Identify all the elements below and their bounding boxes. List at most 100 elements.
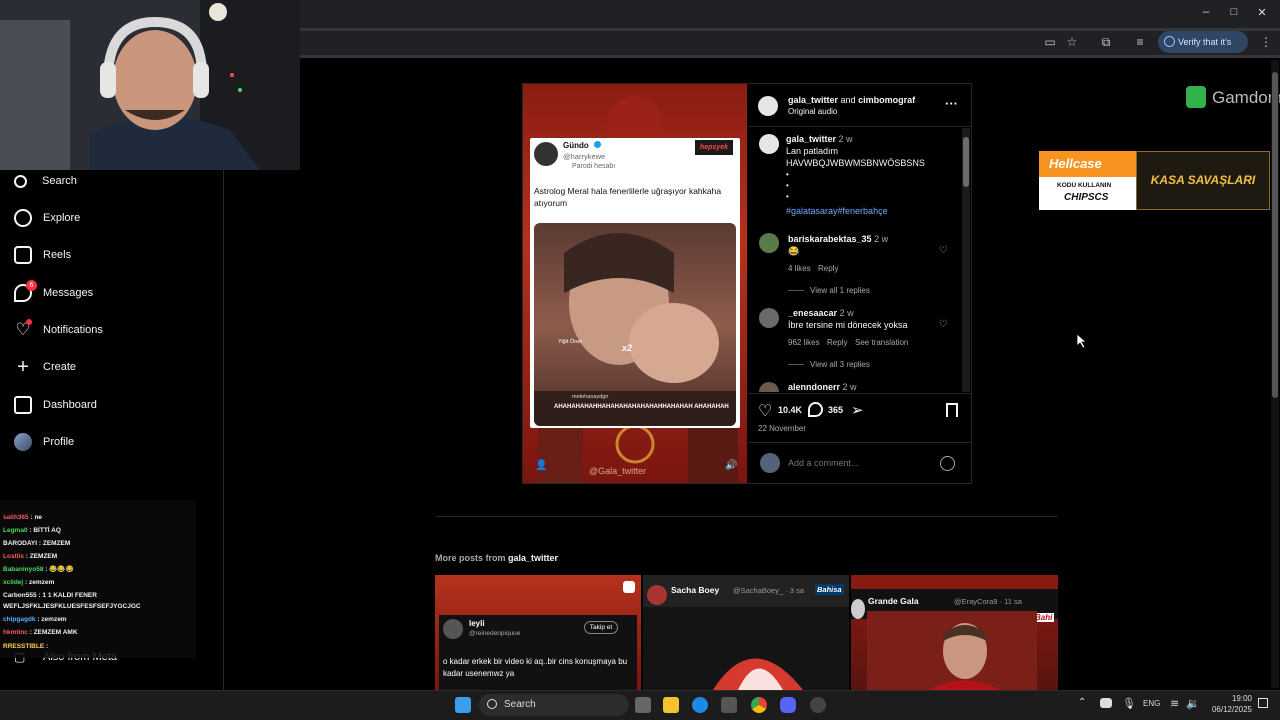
caption-line1: Lan patladım [786,146,839,156]
file-explorer-icon[interactable] [663,697,679,713]
chevron-up-icon[interactable]: ⌃ [1078,697,1086,708]
comment-user[interactable]: alenndonerr [788,382,840,392]
divider [748,442,971,443]
bookmark-icon[interactable] [946,403,958,417]
comment-text: İbre tersine mi dönecek yoksa [788,320,908,330]
divider [748,126,971,127]
comment-user[interactable]: bariskarabektas_35 [788,234,872,244]
reels-icon [14,246,32,264]
minimize-button[interactable]: – [1196,6,1216,18]
sidebar-item-explore[interactable]: Explore [14,206,80,230]
audio-link[interactable]: Original audio [788,107,837,116]
caption-user[interactable]: gala_twitter [786,134,836,144]
overlay-comment-user: metehanaydgn [572,394,609,400]
see-translation-button[interactable]: See translation [855,338,908,347]
sidebar-item-dashboard[interactable]: Dashboard [14,393,97,417]
obs-icon[interactable] [810,697,826,713]
post-thumbnail[interactable]: Sacha Boey @SachaBoey_ · 3 sa Bahisa [643,575,849,690]
sidebar-item-label: Notifications [43,324,103,336]
chat-text: : BİTTİ AQ [29,527,61,534]
collab-avatar[interactable] [758,96,778,116]
windows-start-icon[interactable] [455,697,471,713]
comment-like-icon[interactable]: ♡ [939,245,948,256]
clock-time[interactable]: 19:00 [1206,694,1252,703]
sidebar-item-profile[interactable]: Profile [14,430,74,454]
comment-user[interactable]: _enesaacar [788,308,837,318]
task-view-icon[interactable] [635,697,651,713]
comment-time: 2 w [842,382,857,392]
kebab-menu-icon[interactable]: ⋮ [1258,34,1274,50]
verify-identity-button[interactable]: Verify that it's you [1158,31,1248,69]
language-indicator[interactable]: ENG [1143,699,1160,708]
microphone-icon[interactable]: 🎙 [1122,697,1136,710]
reply-button[interactable]: Reply [827,338,847,347]
clock-date[interactable]: 06/12/2025 [1206,705,1252,714]
discord-tray-icon[interactable] [1100,698,1112,708]
sidebar-item-notifications[interactable]: ♡ Notifications [14,318,103,342]
code-line2: CHIPSCS [1064,192,1109,203]
scrollbar-thumb[interactable] [963,137,969,187]
avatar [647,585,667,605]
caption-hashtags[interactable]: #galatasaray#fenerbahçe [786,206,888,216]
like-icon[interactable]: ♡ [758,401,772,421]
author-link[interactable]: gala_twitter [788,95,838,105]
share-icon[interactable]: ➢ [851,401,864,419]
sidebar-item-messages[interactable]: 6 Messages [14,280,93,305]
close-button[interactable]: ✕ [1252,6,1272,19]
sidebar-item-search[interactable]: Search [14,169,77,193]
sidebar-item-reels[interactable]: Reels [14,243,71,267]
volume-icon[interactable]: 🔊 [725,460,737,471]
comment-icon[interactable] [808,402,823,417]
comment-avatar[interactable] [759,233,779,253]
user-tag-icon[interactable]: 👤 [535,460,547,471]
add-comment-input[interactable] [788,456,928,470]
comment-likes[interactable]: 962 likes [788,338,820,347]
wifi-icon[interactable]: ≋ [1170,697,1179,710]
notifications-icon[interactable] [1258,698,1268,708]
star-icon[interactable]: ☆ [1064,34,1080,50]
chat-username: Babaninyo58 [3,566,44,573]
discord-icon[interactable] [780,697,796,713]
comment-user-line: alenndonerr 2 w [788,382,857,392]
volume-icon[interactable]: 🔉 [1186,697,1200,710]
like-count[interactable]: 10.4K [778,405,802,415]
cast-icon[interactable]: ▭ [1042,34,1058,50]
view-replies-button[interactable]: View all 1 replies [810,286,870,295]
comment-likes[interactable]: 4 likes [788,264,811,273]
thumb-name: leyli [469,619,485,628]
caption-avatar[interactable] [759,134,779,154]
comment-avatar[interactable] [759,308,779,328]
post-thumbnail[interactable]: leyli @reinedenpiquue Takip et o kadar e… [435,575,641,690]
collab-link[interactable]: cimbomograf [858,95,915,105]
thumb-handle: @SachaBoey_ · 3 sa [733,586,804,595]
extensions-icon[interactable]: ⧉ [1098,34,1114,50]
thumb-photo [867,611,1037,690]
chrome-icon[interactable] [751,697,767,713]
chat-text: WEFLJSFKLJESFKLUESFESFSEFJYGCJGC [3,603,141,610]
sidebar-item-create[interactable]: + Create [14,355,76,379]
reply-button[interactable]: Reply [818,264,838,273]
comment-like-icon[interactable]: ♡ [939,319,948,330]
edge-icon[interactable] [692,697,708,713]
caption-line2: HAVWBQJWBWMSBNWÖSBSNS [786,158,925,168]
taskbar-search[interactable]: Search [479,694,629,716]
verified-icon [594,141,601,148]
maximize-button[interactable]: □ [1224,6,1244,18]
chat-message: Lostlix : ZEMZEM [3,552,57,561]
emoji-icon[interactable] [940,456,955,471]
chat-text: : ZEMZEM [38,540,71,547]
media-controls-icon[interactable]: ≡ [1132,34,1148,50]
chat-message: xclidej : zemzem [3,578,54,587]
more-options-icon[interactable]: ··· [945,96,958,111]
post-thumbnail[interactable]: Grande Gala @ErayCora9 · 11 sa Bahi [851,575,1058,690]
heart-icon: ♡ [15,319,32,339]
more-posts-user[interactable]: gala_twitter [508,553,558,563]
page-scrollbar-thumb[interactable] [1272,72,1278,398]
store-icon[interactable] [721,697,737,713]
tweet-video-frame [534,233,736,426]
view-replies-button[interactable]: View all 3 replies [810,360,870,369]
more-posts-label: More posts from [435,553,506,563]
caption-dot: • [786,181,789,190]
video-watermark: @Gala_twitter [589,466,647,476]
chat-text: : ZEMZEM AMK [29,629,78,636]
